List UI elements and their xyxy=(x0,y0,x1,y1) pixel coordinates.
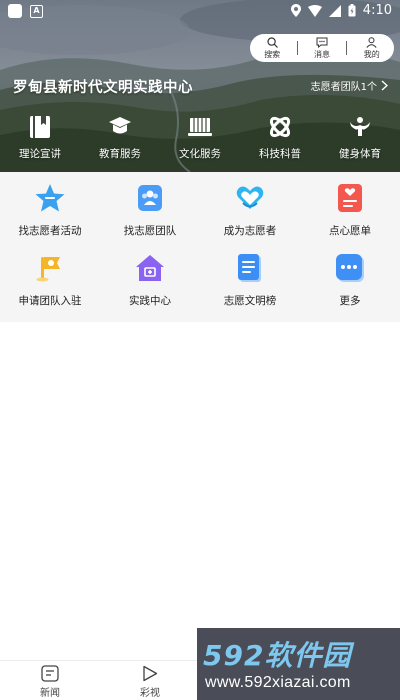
team-link-label: 志愿者团队1个 xyxy=(310,82,377,93)
home-center-icon xyxy=(136,255,164,281)
heart-hands-icon xyxy=(236,186,264,209)
news-icon xyxy=(41,665,59,682)
status-time: 4:10 xyxy=(362,3,392,18)
profile-label: 我的 xyxy=(363,49,380,59)
notification-icon xyxy=(8,4,22,18)
center-title: 罗甸县新时代文明实践中心 xyxy=(13,80,193,96)
category-education[interactable]: 教育服务 xyxy=(80,114,160,161)
top-menu: 搜索 消息 我的 xyxy=(250,34,394,62)
function-label: 实践中心 xyxy=(129,295,171,307)
watermark-url: www.592xiazai.com xyxy=(205,674,351,691)
wifi-icon xyxy=(307,4,322,17)
volunteer-team-link[interactable]: 志愿者团队1个 xyxy=(311,78,388,93)
document-icon xyxy=(238,254,261,282)
find-team-button[interactable]: 找志愿团队 xyxy=(100,182,200,252)
star-icon xyxy=(35,184,65,212)
wish-list-button[interactable]: 点心愿单 xyxy=(300,182,400,252)
function-label: 志愿文明榜 xyxy=(223,295,277,307)
apply-team-button[interactable]: 申请团队入驻 xyxy=(0,252,100,322)
nav-news[interactable]: 新闻 xyxy=(0,661,100,700)
more-icon xyxy=(336,254,364,282)
category-bar: 理论宣讲 教育服务 文化服务 科技科普 健身体育 xyxy=(0,114,400,161)
search-label: 搜索 xyxy=(264,49,281,59)
more-button[interactable]: 更多 xyxy=(300,252,400,322)
message-button[interactable]: 消息 xyxy=(302,37,342,60)
battery-icon xyxy=(348,4,356,17)
category-label: 文化服务 xyxy=(179,148,221,160)
profile-button[interactable]: 我的 xyxy=(352,36,392,60)
divider xyxy=(346,41,348,55)
location-icon xyxy=(290,4,301,17)
flag-icon xyxy=(36,257,60,282)
team-icon xyxy=(138,185,162,211)
signal-icon xyxy=(328,4,341,17)
function-label: 点心愿单 xyxy=(329,225,371,237)
search-button[interactable]: 搜索 xyxy=(252,36,292,60)
nav-label: 新闻 xyxy=(40,688,60,699)
app-notification-icon: A xyxy=(30,4,43,18)
hero-banner: A 4:10 搜索 消息 我的 罗甸县新时代文明实践中心 志愿者团队1个 理论宣… xyxy=(0,0,400,172)
function-label: 申请团队入驻 xyxy=(18,295,82,307)
practice-center-button[interactable]: 实践中心 xyxy=(100,252,200,322)
fitness-icon xyxy=(350,117,370,136)
nav-video[interactable]: 彩视 xyxy=(100,661,200,700)
category-theory[interactable]: 理论宣讲 xyxy=(0,114,80,161)
culture-icon xyxy=(188,118,212,136)
search-icon xyxy=(267,36,278,48)
app-screen: A 4:10 搜索 消息 我的 罗甸县新时代文明实践中心 志愿者团队1个 理论宣… xyxy=(0,0,400,700)
category-label: 健身体育 xyxy=(339,148,381,160)
graduation-cap-icon xyxy=(109,117,131,134)
civilization-ranking-button[interactable]: 志愿文明榜 xyxy=(200,252,300,322)
category-culture[interactable]: 文化服务 xyxy=(160,114,240,161)
watermark-brand: 592软件园 xyxy=(203,639,352,672)
category-label: 理论宣讲 xyxy=(19,148,61,160)
message-label: 消息 xyxy=(313,49,330,59)
message-icon xyxy=(316,37,328,48)
category-label: 科技科普 xyxy=(259,148,301,160)
function-label: 成为志愿者 xyxy=(223,225,277,237)
function-grid: 找志愿者活动 找志愿团队 成为志愿者 点心愿单 申请团队入驻 实践中心 志愿文明… xyxy=(0,172,400,322)
chevron-right-icon xyxy=(381,80,388,91)
nav-label: 彩视 xyxy=(140,688,160,699)
category-label: 教育服务 xyxy=(99,148,141,160)
function-label: 更多 xyxy=(339,295,361,307)
user-icon xyxy=(366,36,377,48)
play-icon xyxy=(143,665,158,682)
atom-icon xyxy=(269,116,291,138)
become-volunteer-button[interactable]: 成为志愿者 xyxy=(200,182,300,252)
category-science[interactable]: 科技科普 xyxy=(240,114,320,161)
status-bar: A 4:10 xyxy=(0,0,400,22)
book-icon xyxy=(30,116,50,138)
function-label: 找志愿团队 xyxy=(123,225,177,237)
category-fitness[interactable]: 健身体育 xyxy=(320,114,400,161)
find-activity-button[interactable]: 找志愿者活动 xyxy=(0,182,100,252)
site-watermark: 592软件园 www.592xiazai.com xyxy=(197,628,400,700)
wish-list-icon xyxy=(338,184,362,212)
function-label: 找志愿者活动 xyxy=(18,225,82,237)
divider xyxy=(296,41,298,55)
